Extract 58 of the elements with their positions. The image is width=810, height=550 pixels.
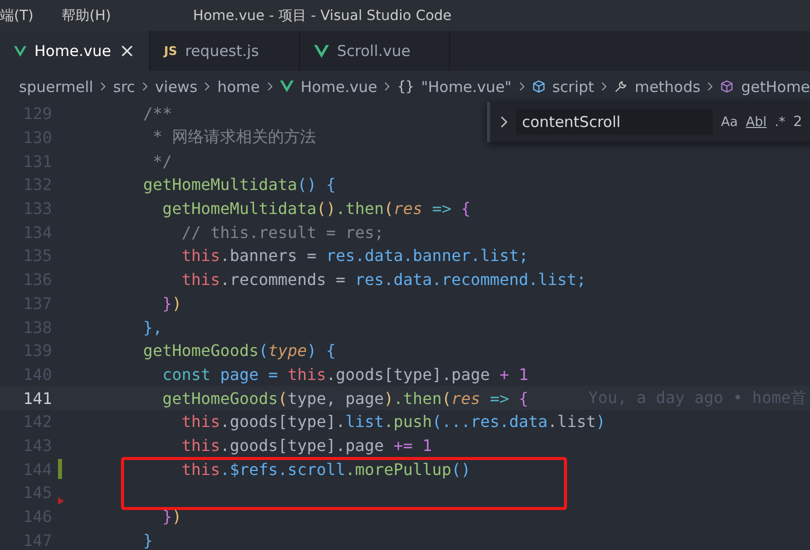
code-line: }): [161, 507, 182, 526]
line-number: 141: [22, 388, 52, 408]
code-line: */: [152, 152, 172, 171]
code-line: }: [142, 530, 153, 550]
braces-icon: {}: [397, 78, 414, 94]
code-line: /**: [142, 104, 172, 124]
code-line: getHomeMultidata() {: [142, 175, 336, 194]
js-file-icon: JS: [164, 44, 178, 58]
menu-item[interactable]: 端(T): [0, 6, 36, 24]
chevron-right-icon: [266, 81, 273, 92]
chevron-right-icon: [707, 81, 714, 92]
chevron-right-icon: [384, 81, 390, 92]
find-option-toggle[interactable]: Aa: [721, 114, 738, 130]
breadcrumb-item[interactable]: "Home.vue": [421, 78, 512, 96]
breadcrumb-item[interactable]: src: [113, 78, 136, 96]
breadcrumb-item[interactable]: views: [155, 78, 198, 96]
chevron-right-icon: [100, 81, 106, 92]
chevron-right-icon: [204, 81, 210, 92]
deleted-line-marker: [58, 497, 64, 505]
code-line: this.banners = res.data.banner.list;: [180, 246, 528, 266]
breadcrumb-item[interactable]: script: [552, 78, 594, 96]
code-line: getHomeMultidata().then(res => {: [161, 199, 471, 218]
editor-tab[interactable]: Home.vue ×: [0, 31, 150, 71]
chevron-right-icon: [518, 81, 525, 92]
vue-logo-icon: [280, 79, 294, 94]
code-line: // this.result = res;: [180, 222, 384, 242]
code-line: getHomeGoods(type, page).then(res => {: [161, 388, 528, 408]
breadcrumb-item[interactable]: methods: [634, 78, 700, 96]
code-line: this.goods[type].page += 1: [180, 436, 432, 455]
chevron-right-icon[interactable]: [500, 116, 508, 128]
find-option-toggle[interactable]: Abl: [746, 114, 767, 130]
breadcrumb-item[interactable]: Home.vue: [300, 78, 378, 96]
wrench-icon: [614, 79, 628, 94]
breadcrumb-item[interactable]: getHome: [741, 78, 810, 96]
match-count: 2: [793, 114, 802, 130]
window-title: Home.vue - 项目 - Visual Studio Code: [192, 6, 452, 24]
close-icon[interactable]: ×: [119, 40, 135, 62]
breadcrumb-item[interactable]: spuermell: [19, 78, 94, 96]
chevron-right-icon: [142, 81, 148, 92]
code-line: this.recommends = res.data.recommend.list;: [180, 270, 586, 290]
code-line: this.$refs.scroll.morePullup(): [180, 460, 471, 479]
code-line: const page = this.goods[type].page + 1: [161, 364, 528, 384]
code-line: },: [142, 318, 162, 337]
code-line: }): [161, 294, 182, 313]
chevron-right-icon: [601, 81, 608, 92]
code-line: * 网络请求相关的方法: [152, 127, 316, 148]
code-line: this.goods[type].list.push(...res.data.list): [180, 412, 606, 432]
vue-logo-icon: [314, 44, 329, 58]
find-input[interactable]: contentScroll: [516, 109, 713, 135]
cube-icon: [532, 79, 546, 94]
cube-icon: [720, 79, 734, 94]
editor-tab[interactable]: Scroll.vue: [300, 31, 450, 71]
code-line: getHomeGoods(type) {: [142, 341, 336, 360]
vue-logo-icon: [14, 44, 26, 58]
editor-tab[interactable]: JS request.js: [150, 31, 300, 71]
menu-item[interactable]: 帮助(H): [59, 6, 113, 24]
find-option-toggle[interactable]: .*: [774, 114, 786, 130]
breadcrumb-item[interactable]: home: [217, 78, 260, 96]
